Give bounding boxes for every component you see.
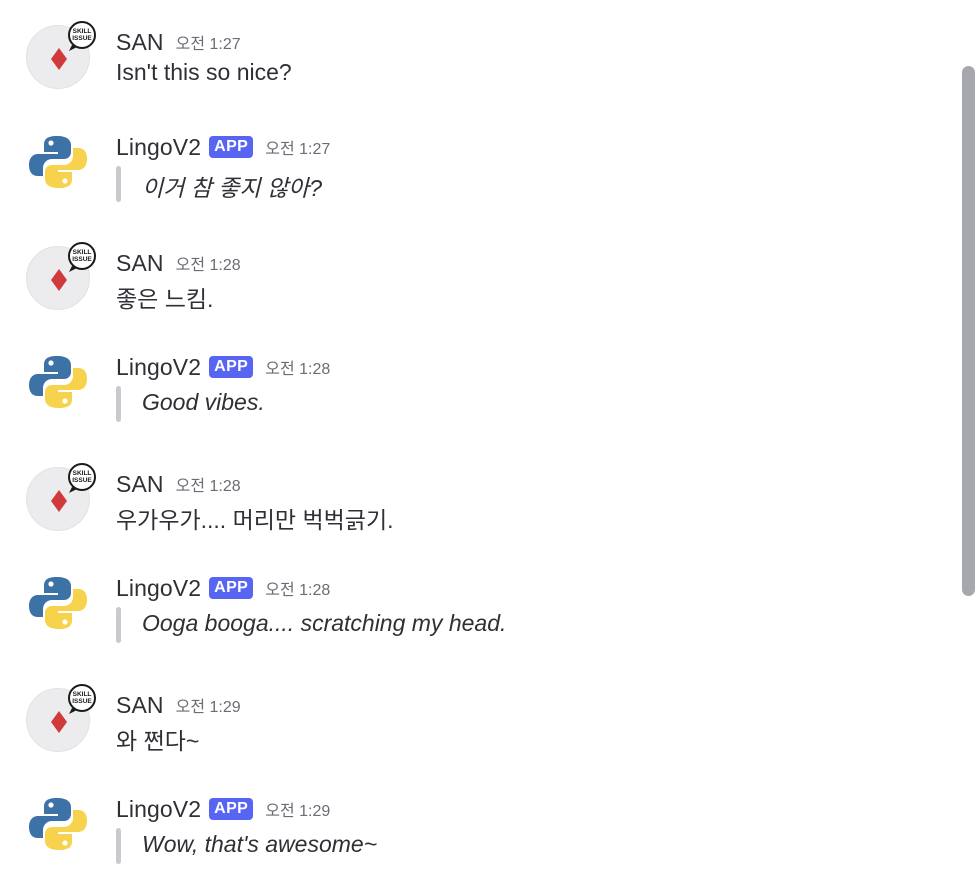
message-item: LingoV2 APP 오전 1:28 Ooga booga.... scrat… [0,571,950,651]
author-name[interactable]: SAN [116,692,164,719]
avatar[interactable]: SKILL ISSUE [26,463,96,531]
avatar[interactable] [26,130,90,194]
chat-message-list: SKILL ISSUE SAN 오전 1:27 Isn't this so ni… [0,0,978,894]
quote-bar [116,828,121,864]
message-header: LingoV2 APP 오전 1:28 [116,352,330,382]
message-header: LingoV2 APP 오전 1:28 [116,573,330,603]
message-header: LingoV2 APP 오전 1:29 [116,794,330,824]
author-name[interactable]: LingoV2 [116,354,201,381]
app-badge: APP [209,136,254,158]
timestamp[interactable]: 오전 1:28 [176,472,241,496]
author-name[interactable]: LingoV2 [116,796,201,823]
message-item: LingoV2 APP 오전 1:29 Wow, that's awesome~ [0,792,950,872]
message-text: Good vibes. [142,389,265,415]
message-text: Wow, that's awesome~ [142,831,378,857]
message-text: 이거 참 좋지 않아? [142,175,323,201]
author-name[interactable]: LingoV2 [116,134,201,161]
author-name[interactable]: SAN [116,29,164,56]
app-badge: APP [209,356,254,378]
python-logo-icon [29,577,87,629]
avatar[interactable] [26,571,90,635]
quote-bar [116,607,121,643]
timestamp[interactable]: 오전 1:27 [265,135,330,159]
avatar[interactable] [26,350,90,414]
quote-bar [116,386,121,422]
app-badge: APP [209,577,254,599]
avatar[interactable]: SKILL ISSUE [26,242,96,310]
timestamp[interactable]: 오전 1:28 [265,576,330,600]
message-item: SKILL ISSUE SAN 오전 1:28 우가우가.... 머리만 벅벅긁… [0,463,950,547]
python-logo-icon [29,356,87,408]
message-text: 와 쩐다~ [116,728,200,754]
message-item: SKILL ISSUE SAN 오전 1:28 좋은 느킴. [0,242,950,326]
svg-text:SKILL: SKILL [73,28,92,35]
message-header: SAN 오전 1:29 [116,690,241,720]
avatar[interactable] [26,792,90,856]
skill-issue-bubble-icon: SKILL ISSUE [68,684,96,714]
svg-text:SKILL: SKILL [73,470,92,477]
message-item: LingoV2 APP 오전 1:27 이거 참 좋지 않아? [0,130,950,210]
message-header: SAN 오전 1:27 [116,27,241,57]
python-logo-icon [29,136,87,188]
message-text: Isn't this so nice? [116,59,292,85]
timestamp[interactable]: 오전 1:28 [176,251,241,275]
svg-text:ISSUE: ISSUE [72,698,92,705]
message-text: 우가우가.... 머리만 벅벅긁기. [116,507,394,533]
svg-text:ISSUE: ISSUE [72,477,92,484]
timestamp[interactable]: 오전 1:29 [265,797,330,821]
skill-issue-bubble-icon: SKILL ISSUE [68,242,96,272]
svg-text:SKILL: SKILL [73,691,92,698]
python-logo-icon [29,798,87,850]
svg-text:SKILL: SKILL [73,249,92,256]
message-item: LingoV2 APP 오전 1:28 Good vibes. [0,350,950,430]
message-item: SKILL ISSUE SAN 오전 1:27 Isn't this so ni… [0,21,950,105]
author-name[interactable]: LingoV2 [116,575,201,602]
message-text: 좋은 느킴. [116,286,214,312]
skill-issue-bubble-icon: SKILL ISSUE [68,21,96,51]
message-item: SKILL ISSUE SAN 오전 1:29 와 쩐다~ [0,684,950,768]
message-header: SAN 오전 1:28 [116,469,241,499]
avatar[interactable]: SKILL ISSUE [26,684,96,752]
author-name[interactable]: SAN [116,250,164,277]
message-text: Ooga booga.... scratching my head. [142,610,507,636]
app-badge: APP [209,798,254,820]
scrollbar-thumb[interactable] [962,66,975,596]
message-header: SAN 오전 1:28 [116,248,241,278]
svg-text:ISSUE: ISSUE [72,35,92,42]
timestamp[interactable]: 오전 1:27 [176,30,241,54]
svg-text:ISSUE: ISSUE [72,256,92,263]
timestamp[interactable]: 오전 1:28 [265,355,330,379]
quote-bar [116,166,121,202]
author-name[interactable]: SAN [116,471,164,498]
message-header: LingoV2 APP 오전 1:27 [116,132,330,162]
avatar[interactable]: SKILL ISSUE [26,21,96,89]
timestamp[interactable]: 오전 1:29 [176,693,241,717]
skill-issue-bubble-icon: SKILL ISSUE [68,463,96,493]
